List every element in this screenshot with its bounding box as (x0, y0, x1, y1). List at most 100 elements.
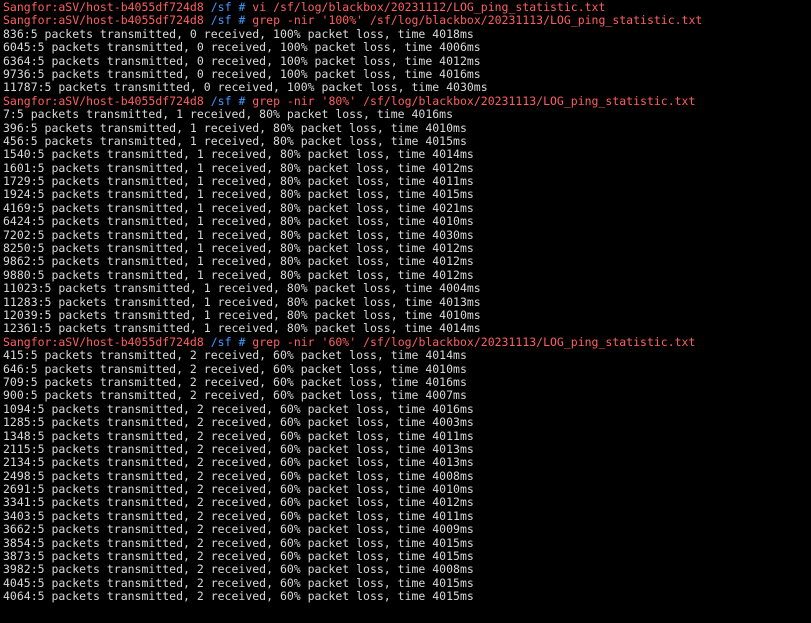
output-text: 8250:5 packets transmitted, 1 received, … (3, 241, 474, 256)
output-line: 396:5 packets transmitted, 1 received, 8… (3, 120, 811, 135)
output-line: 1924:5 packets transmitted, 1 received, … (3, 188, 811, 201)
output-text: 11283:5 packets transmitted, 1 received,… (3, 294, 481, 309)
output-text: 1094:5 packets transmitted, 2 received, … (3, 401, 474, 416)
output-line: 456:5 packets transmitted, 1 received, 8… (3, 133, 811, 148)
output-line: 3873:5 packets transmitted, 2 received, … (3, 549, 811, 564)
output-text: 3662:5 packets transmitted, 2 received, … (3, 522, 474, 537)
output-line: 709:5 packets transmitted, 2 received, 6… (3, 374, 811, 389)
output-text: 4064:5 packets transmitted, 2 received, … (3, 589, 474, 604)
output-text: 9862:5 packets transmitted, 1 received, … (3, 254, 474, 269)
output-text: 1285:5 packets transmitted, 2 received, … (3, 415, 474, 430)
output-line: 1601:5 packets transmitted, 1 received, … (3, 160, 811, 175)
output-line: 9736:5 packets transmitted, 0 received, … (3, 66, 811, 81)
prompt-line: Sangfor:aSV/host-b4055df724d8 /sf # grep… (3, 334, 811, 349)
output-line: 4169:5 packets transmitted, 1 received, … (3, 200, 811, 215)
output-line: 11787:5 packets transmitted, 0 received,… (3, 81, 811, 94)
output-text: 6045:5 packets transmitted, 0 received, … (3, 40, 481, 55)
prompt-line: Sangfor:aSV/host-b4055df724d8 /sf # grep… (3, 93, 811, 108)
output-line: 11023:5 packets transmitted, 1 received,… (3, 282, 811, 295)
output-text: 456:5 packets transmitted, 1 received, 8… (3, 133, 467, 148)
output-text: 709:5 packets transmitted, 2 received, 6… (3, 374, 467, 389)
prompt-symbol: # (231, 0, 253, 14)
output-text: 9736:5 packets transmitted, 0 received, … (3, 66, 481, 81)
output-text: 1729:5 packets transmitted, 1 received, … (3, 174, 474, 189)
prompt-host: Sangfor:aSV/host-b4055df724d8 (3, 0, 204, 14)
output-line: 4064:5 packets transmitted, 2 received, … (3, 589, 811, 604)
output-line: 3854:5 packets transmitted, 2 received, … (3, 535, 811, 550)
output-text: 11787:5 packets transmitted, 0 received,… (3, 80, 488, 95)
output-text: 1601:5 packets transmitted, 1 received, … (3, 160, 474, 175)
output-line: 9862:5 packets transmitted, 1 received, … (3, 255, 811, 268)
output-line: 3982:5 packets transmitted, 2 received, … (3, 563, 811, 576)
command-text: vi /sf/log/blackbox/20231112/LOG_ping_st… (252, 0, 606, 14)
output-line: 900:5 packets transmitted, 2 received, 6… (3, 389, 811, 402)
output-text: 11023:5 packets transmitted, 1 received,… (3, 281, 481, 296)
output-text: 6364:5 packets transmitted, 0 received, … (3, 53, 481, 68)
output-text: 4045:5 packets transmitted, 2 received, … (3, 575, 474, 590)
output-text: 1924:5 packets transmitted, 1 received, … (3, 187, 474, 202)
output-line: 1285:5 packets transmitted, 2 received, … (3, 415, 811, 430)
output-line: 4045:5 packets transmitted, 2 received, … (3, 575, 811, 590)
output-line: 7:5 packets transmitted, 1 received, 80%… (3, 107, 811, 122)
prompt-path: /sf (210, 0, 232, 14)
output-line: 2115:5 packets transmitted, 2 received, … (3, 441, 811, 456)
output-text: 3982:5 packets transmitted, 2 received, … (3, 562, 474, 577)
output-text: 3873:5 packets transmitted, 2 received, … (3, 549, 474, 564)
output-line: 646:5 packets transmitted, 2 received, 6… (3, 361, 811, 376)
prompt-path: /sf (210, 13, 232, 28)
output-line: 6045:5 packets transmitted, 0 received, … (3, 40, 811, 55)
prompt-path: /sf (210, 93, 232, 108)
output-text: 1540:5 packets transmitted, 1 received, … (3, 147, 474, 162)
output-text: 3341:5 packets transmitted, 2 received, … (3, 495, 474, 510)
prompt-host: Sangfor:aSV/host-b4055df724d8 (3, 93, 204, 108)
prompt-path: /sf (210, 334, 232, 349)
output-line: 9880:5 packets transmitted, 1 received, … (3, 267, 811, 282)
output-text: 12039:5 packets transmitted, 1 received,… (3, 307, 481, 322)
output-text: 396:5 packets transmitted, 1 received, 8… (3, 120, 467, 135)
output-line: 3341:5 packets transmitted, 2 received, … (3, 496, 811, 509)
output-text: 4169:5 packets transmitted, 1 received, … (3, 200, 474, 215)
command-text: grep -nir '60%' /sf/log/blackbox/2023111… (252, 334, 696, 349)
output-text: 415:5 packets transmitted, 2 received, 6… (3, 348, 467, 363)
output-text: 2134:5 packets transmitted, 2 received, … (3, 455, 474, 470)
output-line: 1348:5 packets transmitted, 2 received, … (3, 428, 811, 443)
output-text: 2115:5 packets transmitted, 2 received, … (3, 441, 474, 456)
output-text: 3854:5 packets transmitted, 2 received, … (3, 535, 474, 550)
output-text: 646:5 packets transmitted, 2 received, 6… (3, 361, 467, 376)
prompt-symbol: # (231, 93, 253, 108)
output-text: 7:5 packets transmitted, 1 received, 80%… (3, 107, 454, 122)
output-text: 1348:5 packets transmitted, 2 received, … (3, 428, 474, 443)
output-line: 415:5 packets transmitted, 2 received, 6… (3, 348, 811, 363)
output-line: 8250:5 packets transmitted, 1 received, … (3, 241, 811, 256)
output-line: 6364:5 packets transmitted, 0 received, … (3, 53, 811, 68)
command-text: grep -nir '80%' /sf/log/blackbox/2023111… (252, 93, 696, 108)
output-line: 1094:5 packets transmitted, 2 received, … (3, 401, 811, 416)
prompt-host: Sangfor:aSV/host-b4055df724d8 (3, 334, 204, 349)
prompt-symbol: # (231, 334, 253, 349)
output-text: 9880:5 packets transmitted, 1 received, … (3, 267, 474, 282)
prompt-symbol: # (231, 13, 253, 28)
output-line: 1540:5 packets transmitted, 1 received, … (3, 148, 811, 161)
output-line: 3662:5 packets transmitted, 2 received, … (3, 523, 811, 536)
output-text: 2498:5 packets transmitted, 2 received, … (3, 468, 474, 483)
terminal-window[interactable]: Sangfor:aSV/host-b4055df724d8 /sf # vi /… (0, 0, 811, 623)
output-line: 7202:5 packets transmitted, 1 received, … (3, 227, 811, 242)
output-line: 11283:5 packets transmitted, 1 received,… (3, 294, 811, 309)
output-text: 12361:5 packets transmitted, 1 received,… (3, 321, 481, 336)
output-text: 3403:5 packets transmitted, 2 received, … (3, 508, 474, 523)
output-line: 1729:5 packets transmitted, 1 received, … (3, 174, 811, 189)
output-line: 12039:5 packets transmitted, 1 received,… (3, 307, 811, 322)
output-line: 6424:5 packets transmitted, 1 received, … (3, 215, 811, 228)
output-line: 12361:5 packets transmitted, 1 received,… (3, 322, 811, 335)
output-line: 3403:5 packets transmitted, 2 received, … (3, 508, 811, 523)
prompt-line: Sangfor:aSV/host-b4055df724d8 /sf # vi /… (3, 0, 811, 14)
prompt-host: Sangfor:aSV/host-b4055df724d8 (3, 13, 204, 28)
output-line: 2691:5 packets transmitted, 2 received, … (3, 482, 811, 497)
output-text: 836:5 packets transmitted, 0 received, 1… (3, 26, 474, 41)
output-text: 6424:5 packets transmitted, 1 received, … (3, 214, 474, 229)
command-text: grep -nir '100%' /sf/log/blackbox/202311… (252, 13, 703, 28)
prompt-line: Sangfor:aSV/host-b4055df724d8 /sf # grep… (3, 14, 811, 27)
output-text: 2691:5 packets transmitted, 2 received, … (3, 482, 474, 497)
output-line: 836:5 packets transmitted, 0 received, 1… (3, 26, 811, 41)
output-text: 7202:5 packets transmitted, 1 received, … (3, 227, 474, 242)
